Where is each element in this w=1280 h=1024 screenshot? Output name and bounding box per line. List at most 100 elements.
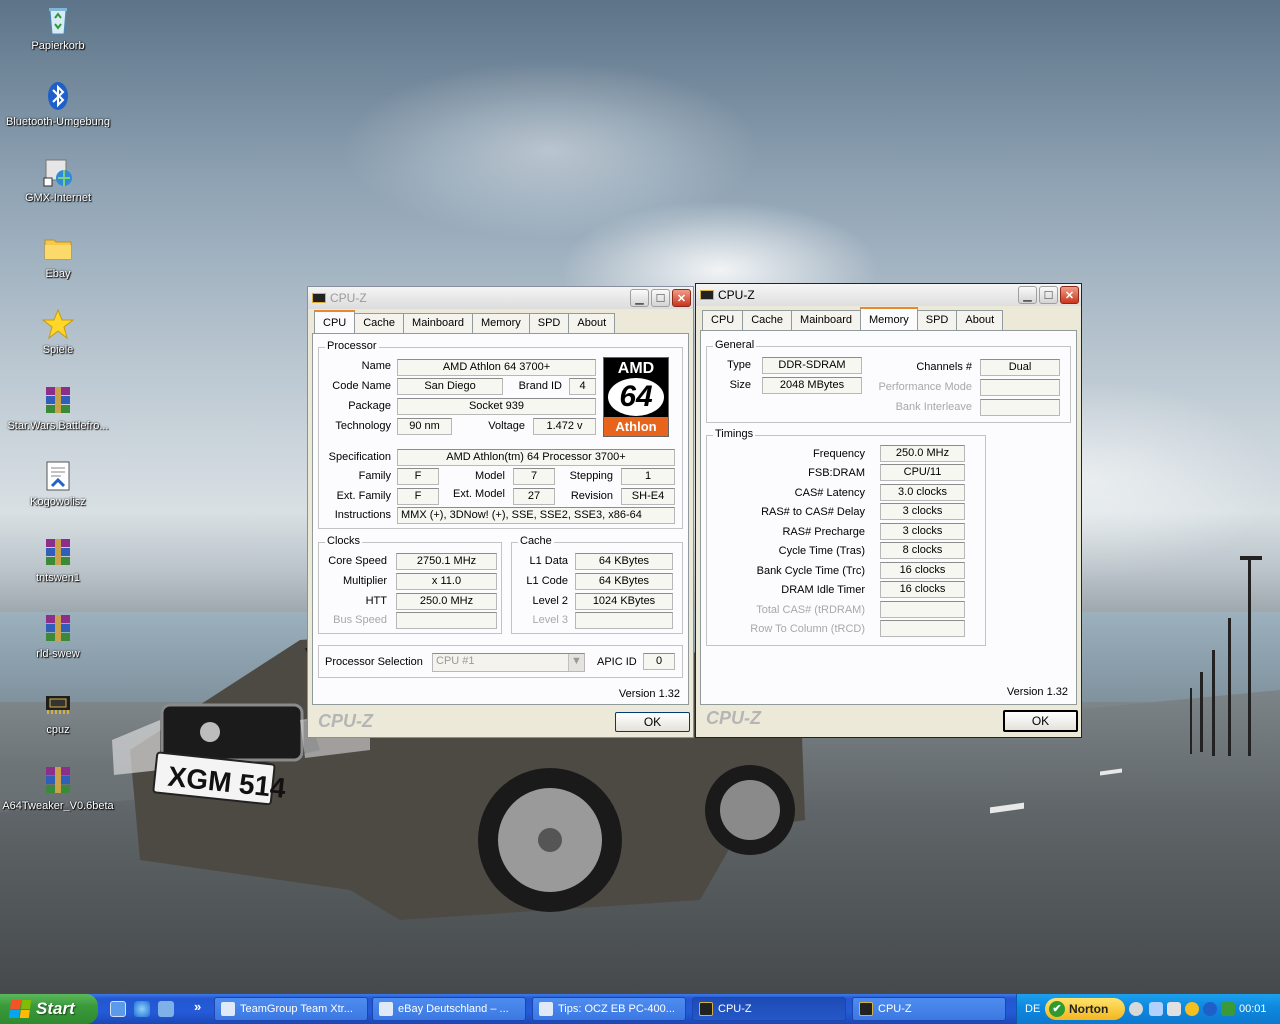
tab-cache[interactable]: Cache [742, 310, 793, 330]
desktop-icon-papierkorb[interactable]: Papierkorb [0, 4, 116, 52]
timing-label: Frequency [813, 448, 865, 460]
timing-label: Total CAS# (tRDRAM) [756, 604, 865, 616]
taskbar-item-cpuz-2[interactable]: CPU-Z [852, 997, 1006, 1021]
logo-64-text: 64 [608, 378, 664, 416]
clock: 00:01 [1239, 1003, 1267, 1015]
maximize-button[interactable]: ☐ [651, 289, 670, 307]
tab-cpu[interactable]: CPU [314, 310, 356, 333]
close-button[interactable]: ✕ [672, 289, 691, 307]
desktop-icon-kogowolisz[interactable]: Kogowolisz [0, 460, 116, 508]
bluetooth-icon [42, 80, 74, 112]
tab-strip: CPU Cache Mainboard Memory SPD About [702, 307, 1004, 330]
tab-spd[interactable]: SPD [528, 313, 570, 333]
voltage-field: 1.472 v [533, 418, 596, 435]
browser-page-icon [539, 1002, 553, 1016]
tab-cpu[interactable]: CPU [702, 310, 744, 330]
memory-tab-panel: General Type DDR-SDRAM Size 2048 MBytes … [700, 330, 1077, 705]
logo-amd-text: AMD [617, 360, 655, 377]
taskbar-item-cpuz-1[interactable]: CPU-Z [692, 997, 846, 1021]
maximize-button[interactable]: ☐ [1039, 286, 1058, 304]
tab-memory[interactable]: Memory [860, 307, 918, 330]
cpu-chip-icon [699, 1002, 713, 1016]
start-button[interactable]: Start [0, 994, 98, 1024]
ok-button[interactable]: OK [615, 712, 690, 732]
chevron-left-icon[interactable] [1129, 1002, 1143, 1016]
desktop-icon-gmx[interactable]: GMX-Internet [0, 156, 116, 204]
desktop-icon-rld-swew[interactable]: rld-swew [0, 612, 116, 660]
tab-about[interactable]: About [568, 313, 616, 333]
timing-value: 16 clocks [880, 581, 965, 598]
cpuz-brand-logo: CPU-Z [318, 711, 373, 731]
winrar-archive-icon [42, 384, 74, 416]
type-label: Type [727, 359, 751, 371]
bus-speed-label: Bus Speed [333, 614, 387, 626]
desktop-icon-label: Bluetooth-Umgebung [6, 116, 110, 128]
title-bar[interactable]: CPU-Z ▁ ☐ ✕ [308, 287, 693, 309]
type-field: DDR-SDRAM [762, 357, 862, 374]
tab-mainboard[interactable]: Mainboard [403, 313, 474, 333]
ok-button[interactable]: OK [1003, 710, 1078, 732]
tab-spd[interactable]: SPD [916, 310, 958, 330]
title-bar[interactable]: CPU-Z ▁ ☐ ✕ [696, 284, 1081, 306]
cpuz-window-memory[interactable]: CPU-Z ▁ ☐ ✕ CPU Cache Mainboard Memory S… [695, 283, 1082, 738]
tab-cache[interactable]: Cache [354, 313, 405, 333]
star-icon [41, 308, 75, 340]
taskbar-item-teamgroup[interactable]: TeamGroup Team Xtr... [214, 997, 368, 1021]
desktop-icon-cpuz[interactable]: cpuz [0, 688, 116, 736]
desktop-icon-ebay[interactable]: Ebay [0, 232, 116, 280]
media-player-icon[interactable] [158, 1001, 174, 1017]
desktop-icon-starwars[interactable]: Star.Wars.Battlefro... [0, 384, 116, 432]
family-field: F [397, 468, 439, 485]
tab-memory[interactable]: Memory [472, 313, 530, 333]
network-icon[interactable] [1149, 1002, 1163, 1016]
bluetooth-icon[interactable] [1203, 1002, 1217, 1016]
show-desktop-icon[interactable] [110, 1001, 126, 1017]
volume-icon[interactable] [1167, 1002, 1181, 1016]
minimize-button[interactable]: ▁ [1018, 286, 1037, 304]
internet-shortcut-icon [42, 156, 74, 188]
cpuz-window-cpu[interactable]: CPU-Z ▁ ☐ ✕ CPU Cache Mainboard Memory S… [307, 286, 694, 738]
updates-icon[interactable] [1221, 1002, 1235, 1016]
security-center-icon[interactable] [1185, 1002, 1199, 1016]
codename-field: San Diego [397, 378, 503, 395]
timing-value: 8 clocks [880, 542, 965, 559]
checkmark-icon: ✔ [1049, 1001, 1065, 1017]
amd-athlon-64-logo: AMD 64 Athlon [603, 357, 669, 437]
norton-tray-button[interactable]: ✔ Norton [1045, 998, 1125, 1020]
language-indicator[interactable]: DE [1025, 1003, 1040, 1015]
brandid-label: Brand ID [518, 380, 562, 392]
core-speed-label: Core Speed [328, 555, 387, 567]
taskbar-item-tips-ocz[interactable]: Tips: OCZ EB PC-400... [532, 997, 686, 1021]
group-title: Clocks [325, 535, 363, 547]
performance-mode-field [980, 379, 1060, 396]
version-label: Version 1.32 [1006, 686, 1068, 698]
close-button[interactable]: ✕ [1060, 286, 1079, 304]
logo-athlon-text: Athlon [604, 417, 668, 436]
desktop-icon-tntswen1[interactable]: tntswen1 [0, 536, 116, 584]
desktop-icon-label: Star.Wars.Battlefro... [7, 420, 109, 432]
l1-code-label: L1 Code [526, 575, 568, 587]
tab-mainboard[interactable]: Mainboard [791, 310, 862, 330]
processor-selection-dropdown[interactable]: CPU #1 ▼ [432, 653, 585, 672]
maximize-icon: ☐ [655, 292, 666, 305]
desktop-icon-spiele[interactable]: Spiele [0, 308, 116, 356]
desktop-icon-a64tweaker[interactable]: A64Tweaker_V0.6beta [0, 764, 116, 812]
family-label: Family [358, 470, 391, 482]
taskbar-item-ebay[interactable]: eBay Deutschland – ... [372, 997, 526, 1021]
taskbar-item-label: CPU-Z [718, 1003, 752, 1015]
minimize-button[interactable]: ▁ [630, 289, 649, 307]
timing-value: CPU/11 [880, 464, 965, 481]
desktop-icon-bluetooth[interactable]: Bluetooth-Umgebung [0, 80, 116, 128]
model-field: 7 [513, 468, 555, 485]
internet-explorer-icon[interactable] [134, 1001, 150, 1017]
street-light-pole [1200, 672, 1203, 752]
name-label: Name [361, 360, 391, 372]
timing-value: 3 clocks [880, 503, 965, 520]
quicklaunch-more-button[interactable]: » [194, 999, 201, 1014]
ext-family-field: F [397, 488, 439, 505]
tab-about[interactable]: About [956, 310, 1004, 330]
tab-strip: CPU Cache Mainboard Memory SPD About [314, 310, 616, 333]
technology-field: 90 nm [397, 418, 452, 435]
recycle-bin-icon [42, 4, 74, 36]
street-light-pole [1212, 650, 1215, 756]
